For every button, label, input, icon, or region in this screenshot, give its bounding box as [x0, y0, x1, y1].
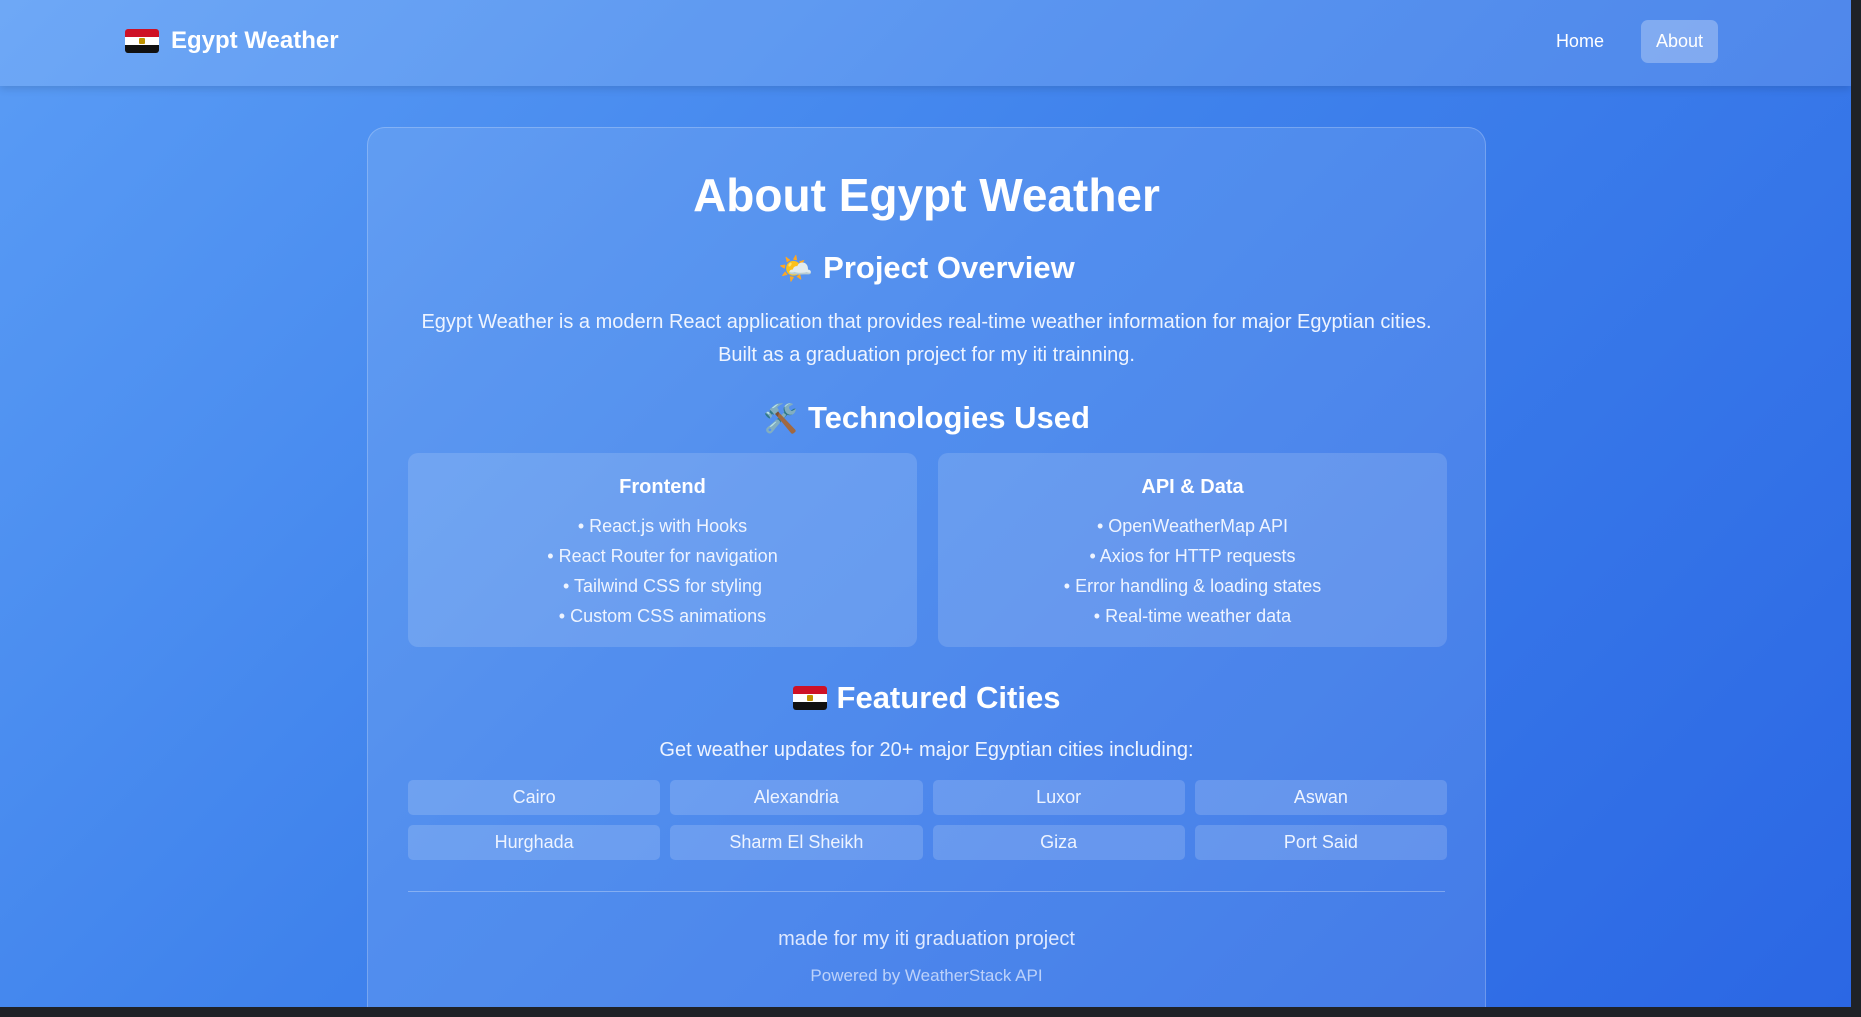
list-item: • Error handling & loading states [1063, 576, 1322, 596]
overview-heading-text: Project Overview [823, 250, 1075, 285]
city-chip-sharm-el-sheikh: Sharm El Sheikh [670, 825, 923, 860]
frontend-box: Frontend • React.js with Hooks • React R… [408, 453, 917, 647]
city-chip-cairo: Cairo [408, 780, 661, 815]
list-item: • React Router for navigation [547, 546, 778, 566]
overview-text: Egypt Weather is a modern React applicat… [421, 311, 1432, 366]
list-item: • Tailwind CSS for styling [562, 576, 763, 596]
footer-powered-by: Powered by WeatherStack API [810, 966, 1043, 985]
city-chip-aswan: Aswan [1194, 780, 1447, 815]
list-item: • OpenWeatherMap API [1096, 516, 1289, 536]
cities-subtitle: Get weather updates for 20+ major Egypti… [659, 739, 1194, 761]
api-data-heading: API & Data [1141, 476, 1244, 498]
egypt-flag-icon [792, 686, 827, 710]
city-chip-giza: Giza [932, 825, 1185, 860]
tools-icon: 🛠️ [763, 401, 798, 435]
api-data-list: • OpenWeatherMap API • Axios for HTTP re… [938, 511, 1447, 631]
list-item: • Custom CSS animations [558, 606, 767, 626]
app-viewport: Egypt Weather Home About About Egypt Wea… [0, 0, 1851, 1007]
city-chip-port-said: Port Said [1194, 825, 1447, 860]
featured-cities-heading-text: Featured Cities [836, 680, 1061, 715]
footer-credit: made for my iti graduation project [778, 928, 1075, 950]
technologies-heading: 🛠️ Technologies Used [368, 400, 1485, 436]
city-chip-luxor: Luxor [932, 780, 1185, 815]
api-data-box: API & Data • OpenWeatherMap API • Axios … [938, 453, 1447, 647]
overview-heading: 🌤️ Project Overview [368, 250, 1485, 286]
brand-logo[interactable]: Egypt Weather [125, 27, 339, 55]
frontend-heading: Frontend [619, 476, 706, 498]
divider [408, 891, 1445, 892]
about-card: About Egypt Weather 🌤️ Project Overview … [367, 127, 1486, 1007]
nav-link-home[interactable]: Home [1541, 20, 1619, 63]
nav-links: Home About [1541, 20, 1718, 63]
technologies-heading-text: Technologies Used [807, 400, 1090, 435]
brand-name: Egypt Weather [171, 27, 339, 54]
list-item: • React.js with Hooks [577, 516, 748, 536]
list-item: • Real-time weather data [1093, 606, 1292, 626]
page-title: About Egypt Weather [693, 169, 1160, 221]
navbar: Egypt Weather Home About [0, 0, 1851, 86]
city-chip-alexandria: Alexandria [670, 780, 923, 815]
city-grid: Cairo Alexandria Luxor Aswan Hurghada Sh… [408, 780, 1447, 860]
featured-cities-heading: Featured Cities [368, 680, 1485, 716]
list-item: • Axios for HTTP requests [1089, 546, 1296, 566]
egypt-flag-icon [125, 29, 159, 53]
city-chip-hurghada: Hurghada [408, 825, 661, 860]
sun-cloud-icon: 🌤️ [778, 251, 814, 285]
nav-link-about[interactable]: About [1640, 20, 1718, 63]
frontend-list: • React.js with Hooks • React Router for… [408, 511, 917, 631]
